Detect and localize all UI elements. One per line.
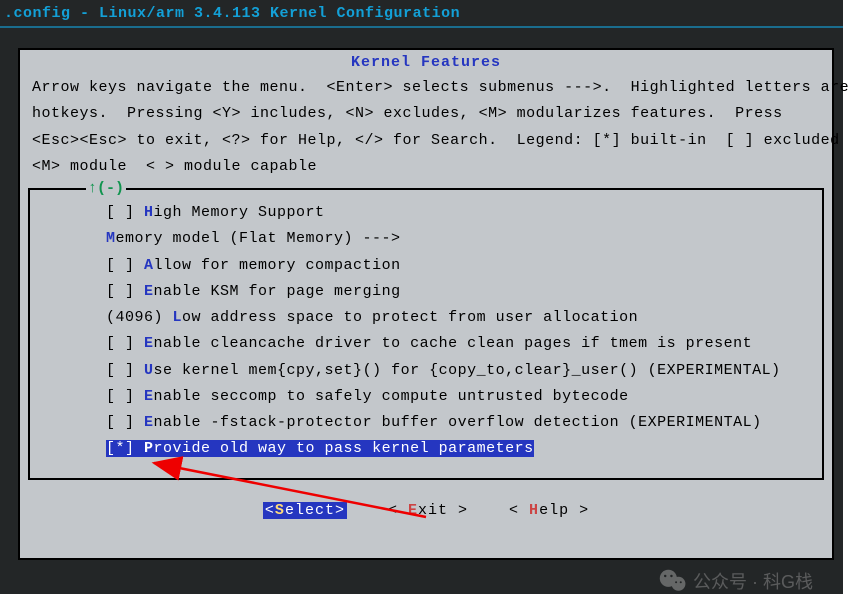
terminal-window: .config - Linux/arm 3.4.113 Kernel Confi… — [0, 0, 843, 594]
wechat-icon — [659, 569, 687, 593]
menu-item[interactable]: [ ] High Memory Support — [30, 200, 822, 226]
menu-item[interactable]: [ ] Enable -fstack-protector buffer over… — [30, 410, 822, 436]
menu-item[interactable]: [ ] Use kernel mem{cpy,set}() for {copy_… — [30, 358, 822, 384]
menu-item[interactable]: [ ] Enable KSM for page merging — [30, 279, 822, 305]
help-button[interactable]: < Help > — [509, 502, 589, 519]
scroll-up-indicator: ↑(-) — [86, 180, 126, 197]
watermark-text: 公众号 · 科G栈 — [693, 568, 813, 594]
menu-item[interactable]: [ ] Enable cleancache driver to cache cl… — [30, 331, 822, 357]
help-text: Arrow keys navigate the menu. <Enter> se… — [28, 71, 824, 184]
menu-list-box: ↑(-) [ ] High Memory Support Memory mode… — [28, 188, 824, 480]
exit-button[interactable]: < Exit > — [388, 502, 468, 519]
menuconfig-dialog: Kernel Features Arrow keys navigate the … — [18, 48, 834, 560]
select-button[interactable]: <Select> — [263, 502, 347, 519]
section-title: Kernel Features — [28, 52, 824, 71]
menu-item[interactable]: [ ] Allow for memory compaction — [30, 253, 822, 279]
button-row: <Select> < Exit > < Help > — [28, 480, 824, 519]
watermark: 公众号 · 科G栈 — [659, 568, 813, 594]
menu-item[interactable]: [*] Provide old way to pass kernel param… — [30, 436, 822, 462]
menu-item[interactable]: [ ] Enable seccomp to safely compute unt… — [30, 384, 822, 410]
menu-item[interactable]: (4096) Low address space to protect from… — [30, 305, 822, 331]
menu-item[interactable]: Memory model (Flat Memory) ---> — [30, 226, 822, 252]
title-divider — [0, 26, 843, 28]
window-title: .config - Linux/arm 3.4.113 Kernel Confi… — [0, 0, 843, 24]
